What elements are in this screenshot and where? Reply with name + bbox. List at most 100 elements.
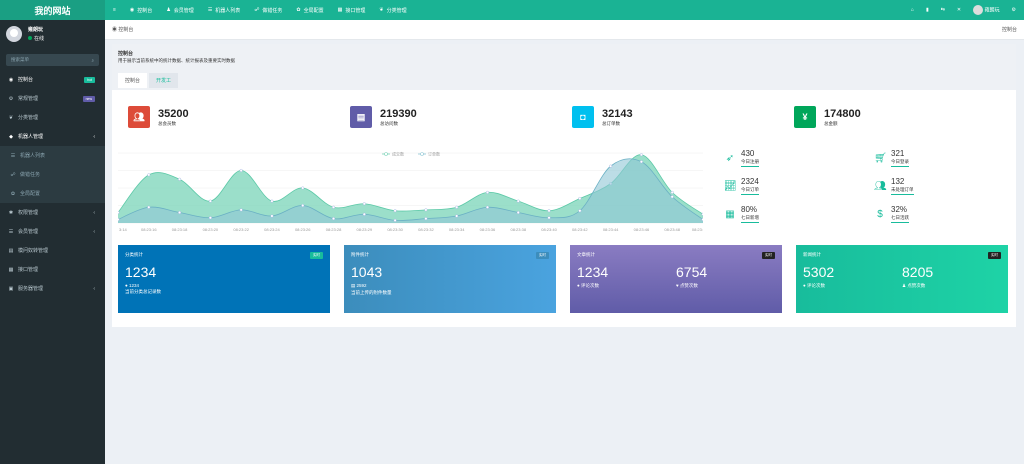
sidebar-item-label: 机器人管理: [18, 134, 44, 140]
menu-toggle[interactable]: ≡: [105, 0, 123, 20]
sidebar-item-label: 模问奴转管理: [18, 248, 49, 254]
tab-develop[interactable]: 开发工: [149, 73, 179, 88]
legend-marker: [384, 152, 388, 156]
data-point: [239, 169, 243, 173]
x-tick-label: 08:23:30: [387, 227, 403, 232]
trash-icon[interactable]: ▮: [926, 7, 929, 13]
data-point: [516, 211, 520, 215]
sidebar-item-global-config[interactable]: ✿ 全局配置: [0, 184, 105, 203]
list-icon: ☰: [207, 7, 213, 13]
table-icon: ▦: [8, 266, 14, 273]
dollar-icon: $: [877, 208, 883, 220]
card-sub-label: 评论次数: [580, 283, 599, 288]
legend-label: 订单数: [428, 151, 440, 157]
gear-icon[interactable]: ⚙: [1012, 7, 1016, 13]
tab-label: 控制台: [137, 7, 153, 14]
data-point: [516, 199, 520, 203]
side-stats: ➶ 430 今日注册 🛒︎ 321 今日登录 📈︎ 2324 今日订单 👥︎ 132 未处理订单…: [724, 149, 1016, 233]
sidebar-item-general[interactable]: ⚙ 常规管理 new: [0, 89, 105, 108]
breadcrumb: ◉ 控制台 控制台: [105, 20, 1024, 40]
breadcrumb-right[interactable]: 控制台: [1002, 26, 1017, 33]
breadcrumb-home[interactable]: ◉ 控制台: [112, 26, 133, 33]
legend-marker: [420, 152, 424, 156]
x-tick-label: 08:23:16: [141, 227, 157, 232]
card-label: 当前分类总记录数: [125, 289, 161, 294]
stat-label: 总访问数: [380, 120, 398, 126]
gear-icon: ✿: [10, 190, 16, 197]
legend-label: 成交数: [392, 151, 404, 157]
tab-api[interactable]: ▦ 接口管理: [331, 0, 373, 20]
data-point: [670, 195, 674, 199]
side-stat-value: 32%: [891, 205, 908, 214]
user-icon: ♟: [166, 7, 171, 13]
x-tick-label: 08:23:32: [418, 227, 434, 232]
user-menu[interactable]: 雍朗玩: [973, 5, 1000, 15]
tab-console[interactable]: 控制台: [118, 73, 148, 88]
user-status-text: 在线: [34, 36, 45, 42]
sitemap-icon: ☍: [10, 171, 16, 178]
sidebar-item-robot[interactable]: ◆ 机器人管理 ‹: [0, 127, 105, 146]
data-point: [118, 211, 120, 214]
language-icon[interactable]: ⇆: [941, 7, 945, 13]
chevron-left-icon: ‹: [93, 209, 95, 216]
data-point: [547, 216, 551, 220]
data-point: [362, 202, 366, 206]
fullscreen-icon[interactable]: ✕: [957, 7, 961, 13]
home-icon[interactable]: ⌂: [911, 7, 914, 13]
x-tick-label: 08:23:40: [541, 227, 557, 232]
book-icon: ▤: [350, 106, 372, 128]
data-point: [147, 205, 151, 209]
data-point: [270, 214, 274, 218]
hot-badge: hot: [84, 76, 95, 83]
side-stat-label: 今日订单: [741, 187, 759, 195]
sidebar-item-auth[interactable]: ✱ 权限管理 ‹: [0, 203, 105, 222]
side-stat-label: 今日注册: [741, 159, 759, 167]
card-value: 6754: [676, 264, 708, 280]
site-logo[interactable]: 我的网站: [0, 0, 105, 20]
stat-amount: ¥ 174800 总金额: [794, 106, 1016, 128]
page-description: 用于展示当前系统中的统计数据、统计报表及重要实时数据: [118, 58, 235, 63]
navbar-user-name: 雍朗玩: [984, 7, 1000, 14]
data-point: [547, 209, 551, 213]
dashboard-icon: ◉: [8, 76, 14, 83]
tab-task[interactable]: ☍ 做错任务: [247, 0, 289, 20]
sidebar-item-robot-list[interactable]: ☰ 机器人列表: [0, 146, 105, 165]
search-icon[interactable]: ⌕: [91, 58, 94, 63]
cogs-icon: ⚙: [8, 95, 14, 102]
users-icon: 👥︎: [874, 180, 887, 192]
yen-icon: ¥: [794, 106, 816, 128]
data-point: [208, 199, 212, 203]
sidebar-item-task[interactable]: ☍ 做错任务: [0, 165, 105, 184]
sidebar-search[interactable]: 搜索菜单 ⌕: [6, 54, 99, 66]
cart-icon: 🛒︎: [874, 152, 887, 164]
x-tick-label: 08:23:46: [634, 227, 650, 232]
tab-category[interactable]: ❦ 分类管理: [372, 0, 413, 20]
tab-label: 接口管理: [345, 7, 366, 14]
data-point: [239, 208, 243, 212]
gear-icon: ✿: [296, 7, 301, 13]
menu-icon[interactable]: ≡: [113, 7, 116, 13]
search-input[interactable]: 搜索菜单: [11, 57, 29, 63]
sidebar-item-api[interactable]: ▦ 接口管理: [0, 260, 105, 279]
group-icon: ✱: [8, 209, 14, 216]
tab-global-config[interactable]: ✿ 全局配置: [289, 0, 330, 20]
calendar-icon: ▦: [725, 208, 735, 220]
sidebar-item-book[interactable]: ▤ 模问奴转管理: [0, 241, 105, 260]
side-stat-orders: 📈︎ 2324 今日订单: [724, 177, 814, 195]
sidebar-item-dashboard[interactable]: ◉ 控制台 hot: [0, 70, 105, 89]
sidebar: 我的网站 雍朗玩 在线 搜索菜单 ⌕ ◉ 控制台 hot ⚙ 常规管理 new ❦ 分类管…: [0, 0, 105, 464]
data-point: [178, 211, 182, 215]
data-point: [639, 160, 643, 164]
tab-robot-list[interactable]: ☰ 机器人列表: [201, 0, 248, 20]
data-point: [485, 205, 489, 209]
tab-member[interactable]: ♟ 会员管理: [159, 0, 201, 20]
card-value: 1234: [577, 264, 609, 280]
data-point: [118, 218, 120, 221]
stat-orders: ◘ 32143 总订单数: [572, 106, 794, 128]
sidebar-item-member[interactable]: ☰ 会员管理 ‹: [0, 222, 105, 241]
sidebar-item-server[interactable]: ▣ 服务器管理 ‹: [0, 279, 105, 298]
sidebar-item-category[interactable]: ❦ 分类管理: [0, 108, 105, 127]
files-icon: ▤: [351, 283, 356, 288]
side-stat-label: 七日活跃: [891, 215, 909, 223]
tab-dashboard[interactable]: ◉ 控制台: [123, 0, 159, 20]
